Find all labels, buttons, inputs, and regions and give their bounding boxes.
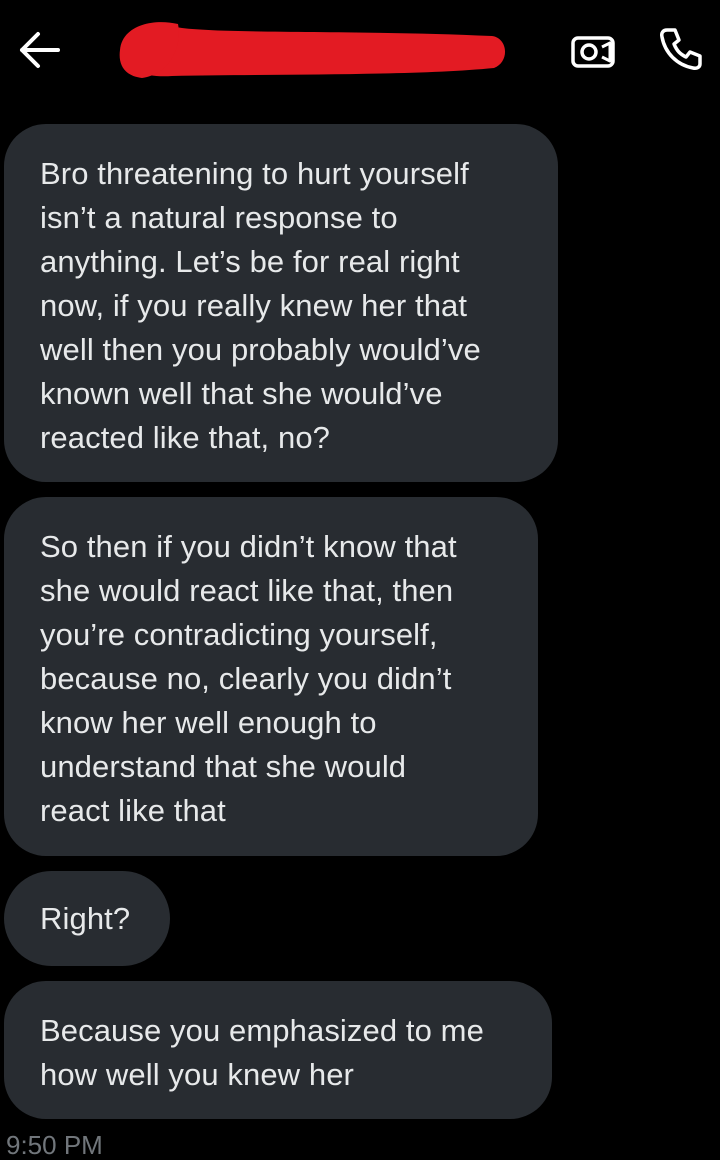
- message-bubble[interactable]: Because you emphasized to me how well yo…: [4, 981, 552, 1119]
- message-bubble[interactable]: Right?: [4, 871, 170, 966]
- message-bubble[interactable]: Bro threatening to hurt yourself isn’t a…: [4, 124, 558, 482]
- message-text: So then if you didn’t know that she woul…: [40, 529, 457, 828]
- message-text: Because you emphasized to me how well yo…: [40, 1013, 484, 1092]
- message-list: Bro threatening to hurt yourself isn’t a…: [0, 0, 720, 1158]
- message-timestamp: 9:50 PM: [6, 1130, 103, 1160]
- message-bubble[interactable]: So then if you didn’t know that she woul…: [4, 497, 538, 856]
- message-text: Right?: [40, 901, 131, 936]
- message-text: Bro threatening to hurt yourself isn’t a…: [40, 156, 481, 455]
